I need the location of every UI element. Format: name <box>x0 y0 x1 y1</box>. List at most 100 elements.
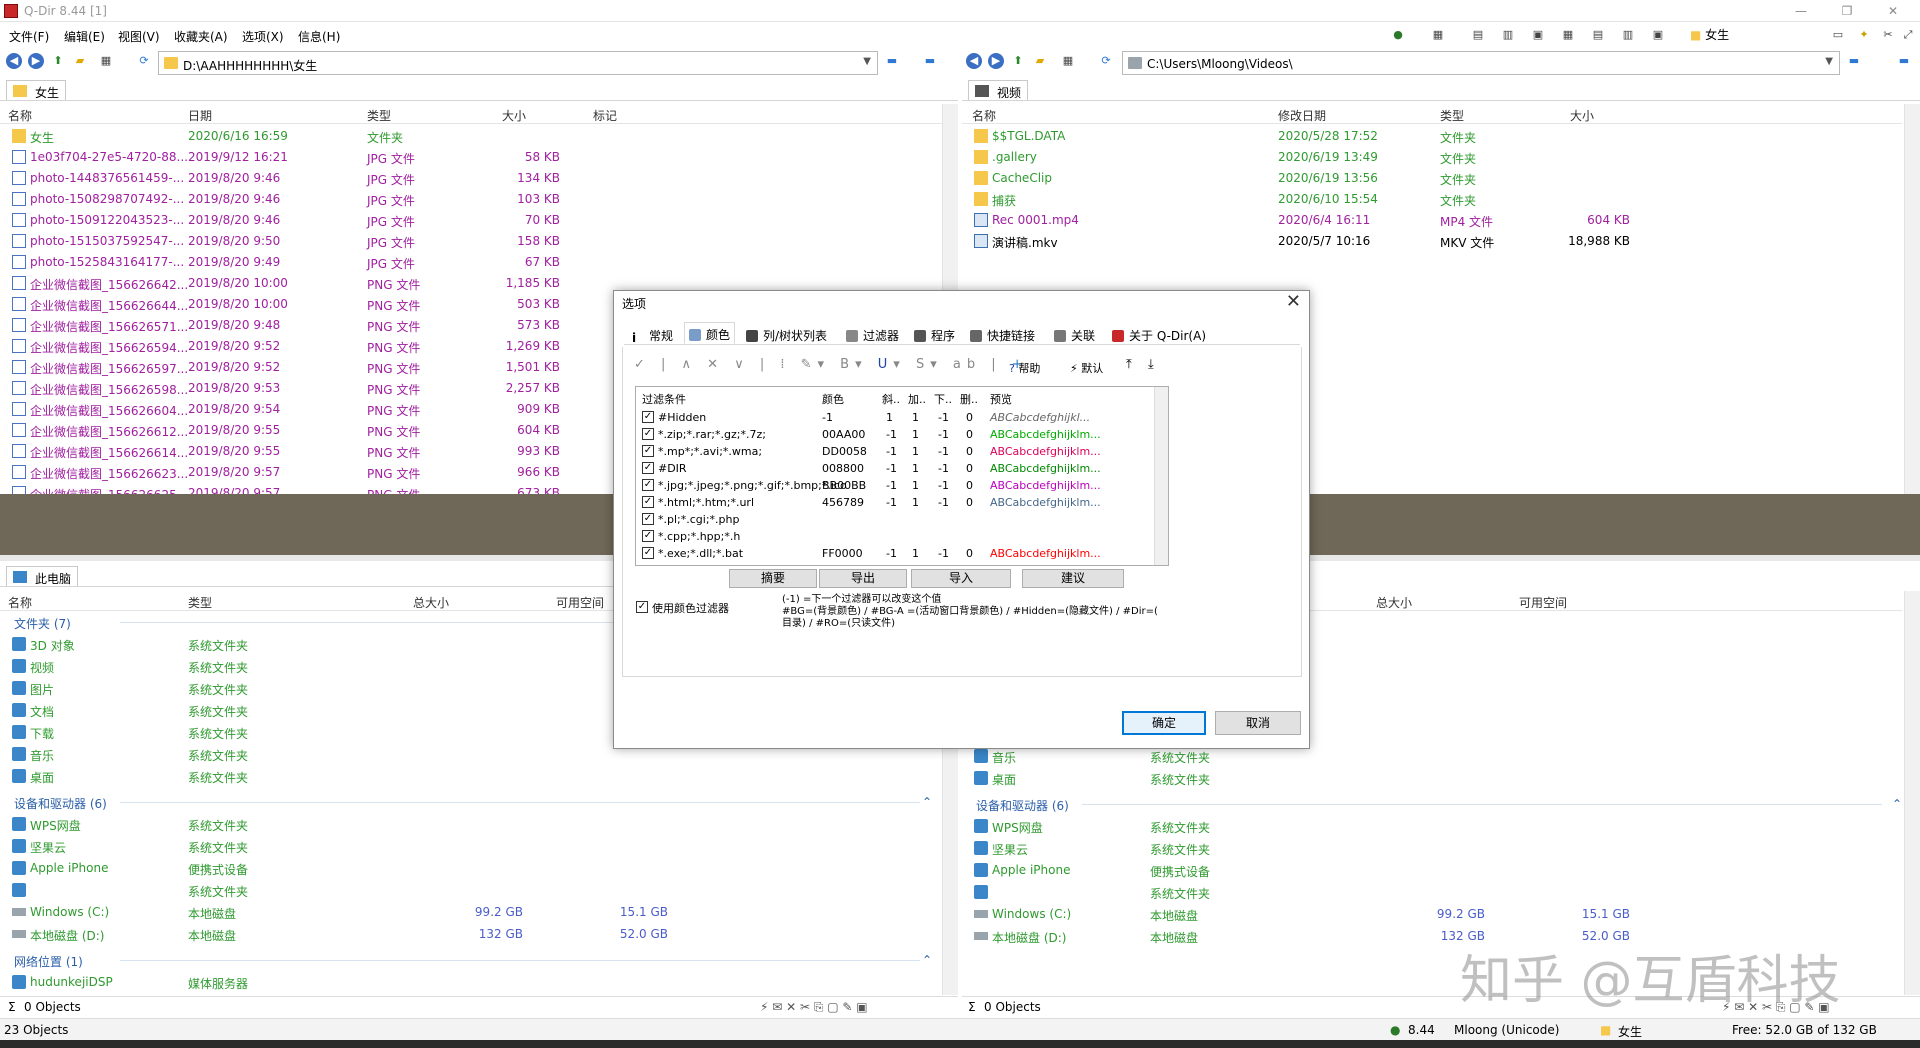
summary-button[interactable]: 摘要 <box>729 569 817 588</box>
list-item[interactable]: Apple iPhone 便携式设备 <box>0 858 920 879</box>
list-item[interactable]: Windows (C:) 本地磁盘 99.2 GB 15.1 GB <box>0 902 920 923</box>
table-row[interactable]: photo-1508298707492-... 2019/8/20 9:46 JPG… <box>0 189 920 210</box>
tab-right-top[interactable]: 视频 <box>968 80 1029 100</box>
list-item[interactable]: 坚果云 系统文件夹 <box>0 836 920 857</box>
col-size[interactable]: 大小 <box>1570 107 1594 124</box>
layout-4-icon[interactable]: ▣ <box>1530 27 1546 43</box>
folder-new-icon[interactable]: ▰ <box>72 53 88 69</box>
move-bottom-icon[interactable]: ⤓ <box>1148 357 1154 372</box>
hdr-condition[interactable]: 过滤条件 <box>642 391 686 407</box>
table-row[interactable]: $$TGL.DATA 2020/5/28 17:52 文件夹 <box>962 126 1882 147</box>
layout-7-icon[interactable]: ▥ <box>1620 27 1636 43</box>
cancel-button[interactable]: 取消 <box>1215 711 1301 735</box>
col-name[interactable]: 名称 <box>972 107 996 124</box>
tab-association[interactable]: 关联 <box>1050 324 1099 346</box>
address-bar-right[interactable]: C:\Users\Mloong\Videos\ ▼ <box>1122 51 1840 75</box>
star-icon[interactable]: ✦ <box>1856 27 1872 43</box>
filter-checkbox[interactable]: ✓ <box>642 462 654 474</box>
col-free[interactable]: 可用空间 <box>1519 594 1567 611</box>
chevron-down-icon[interactable]: ▼ <box>1825 56 1833 67</box>
group-header[interactable]: 设备和驱动器 (6) ⌃ <box>962 794 1902 815</box>
table-row[interactable]: photo-1515037592547-... 2019/8/20 9:50 JPG… <box>0 231 920 252</box>
col-date[interactable]: 日期 <box>188 107 212 124</box>
filter-checkbox[interactable]: ✓ <box>642 479 654 491</box>
filter-checkbox[interactable]: ✓ <box>642 530 654 542</box>
tab-about[interactable]: 关于 Q-Dir(A) <box>1108 324 1210 346</box>
tab-left-top[interactable]: 女生 <box>6 80 67 100</box>
list-item[interactable]: 桌面 系统文件夹 <box>0 766 920 787</box>
filter-scrollbar[interactable] <box>1154 387 1168 565</box>
folder-new-icon[interactable]: ▰ <box>1032 53 1048 69</box>
list-item[interactable]: WPS网盘 系统文件夹 <box>962 816 1882 837</box>
filter-checkbox[interactable]: ✓ <box>642 445 654 457</box>
col-type[interactable]: 类型 <box>1440 107 1464 124</box>
pane-tools-icon[interactable]: ⚡ ✉ ✕ ✂ ⎘ ▢ ✎ ▣ <box>760 1000 868 1015</box>
filter-row[interactable]: ✓ *.html;*.htm;*.url 456789 -1 1 -1 0 ABCabcdef… <box>636 494 1146 511</box>
pin-icon[interactable]: ▭ <box>1830 27 1846 43</box>
col-date[interactable]: 修改日期 <box>1278 107 1326 124</box>
table-row[interactable]: .gallery 2020/6/19 13:49 文件夹 <box>962 147 1882 168</box>
col-type[interactable]: 类型 <box>188 594 212 611</box>
chevron-up-icon[interactable]: ⌃ <box>922 795 932 809</box>
list-item[interactable]: Windows (C:) 本地磁盘 99.2 GB 15.1 GB <box>962 904 1882 925</box>
layout-3-icon[interactable]: ▥ <box>1500 27 1516 43</box>
table-row[interactable]: Rec 0001.mp4 2020/6/4 16:11 MP4 文件 604 KB <box>962 210 1882 231</box>
layout-2-icon[interactable]: ▤ <box>1470 27 1486 43</box>
filter-checkbox[interactable]: ✓ <box>642 411 654 423</box>
close-icon[interactable]: ✕ <box>1286 291 1301 312</box>
list-item[interactable]: 坚果云 系统文件夹 <box>962 838 1882 859</box>
forward-icon[interactable]: ▶ <box>988 53 1004 69</box>
globe-icon[interactable]: ● <box>1390 27 1406 43</box>
filter-row[interactable]: ✓ *.exe;*.dll;*.bat FF0000 -1 1 -1 0 ABCabcdefg… <box>636 545 1146 562</box>
group-header[interactable]: 设备和驱动器 (6) ⌃ <box>0 792 932 813</box>
table-row[interactable]: photo-1525843164177-... 2019/8/20 9:49 JPG… <box>0 252 920 273</box>
monitor-icon[interactable]: ▬ <box>1846 53 1862 69</box>
menu-view[interactable]: 视图(V) <box>118 28 160 45</box>
hdr-color[interactable]: 颜色 <box>822 391 844 407</box>
hdr-bold[interactable]: 加.. <box>908 391 926 407</box>
menu-edit[interactable]: 编辑(E) <box>64 28 105 45</box>
menu-info[interactable]: 信息(H) <box>298 28 340 45</box>
filter-row[interactable]: ✓ *.zip;*.rar;*.gz;*.7z; 00AA00 -1 1 -1 0 ABCab… <box>636 426 1146 443</box>
col-name[interactable]: 名称 <box>8 107 32 124</box>
address-bar-left[interactable]: D:\AAHHHHHHHH\女生 ▼ <box>158 51 878 75</box>
import-button[interactable]: 导入 <box>911 569 1011 588</box>
list-item[interactable]: 本地磁盘 (D:) 本地磁盘 132 GB 52.0 GB <box>0 924 920 945</box>
monitor-icon[interactable]: ▬ <box>884 53 900 69</box>
layout-8-icon[interactable]: ▣ <box>1650 27 1666 43</box>
view-mode-icon[interactable]: ▦ <box>98 53 114 69</box>
export-button[interactable]: 导出 <box>819 569 907 588</box>
tab-color[interactable]: 颜色 <box>684 322 736 344</box>
table-row[interactable]: CacheClip 2020/6/19 13:56 文件夹 <box>962 168 1882 189</box>
use-filter-checkbox[interactable]: ✓ <box>636 601 648 613</box>
filter-row[interactable]: ✓ *.cpp;*.hpp;*.h <box>636 528 1146 545</box>
forward-icon[interactable]: ▶ <box>28 53 44 69</box>
filter-checkbox[interactable]: ✓ <box>642 428 654 440</box>
scrollbar-right[interactable] <box>1904 104 1920 494</box>
table-row[interactable]: photo-1448376561459-... 2019/8/20 9:46 JPG… <box>0 168 920 189</box>
refresh-icon[interactable]: ⟳ <box>136 53 152 69</box>
monitor-2-icon[interactable]: ▬ <box>1896 53 1912 69</box>
hdr-italic[interactable]: 斜.. <box>882 391 900 407</box>
hdr-strike[interactable]: 删.. <box>960 391 978 407</box>
menu-options[interactable]: 选项(X) <box>242 28 284 45</box>
tab-programs[interactable]: 程序 <box>910 324 959 346</box>
table-row[interactable]: 1e03f704-27e5-4720-88... 2019/9/12 16:21 J… <box>0 147 920 168</box>
menu-favorites[interactable]: 收藏夹(A) <box>174 28 228 45</box>
filter-row[interactable]: ✓ *.pl;*.cgi;*.php <box>636 511 1146 528</box>
chevron-up-icon[interactable]: ⌃ <box>922 953 932 967</box>
suggest-button[interactable]: 建议 <box>1022 569 1124 588</box>
layout-5-icon[interactable]: ▦ <box>1560 27 1576 43</box>
filter-checkbox[interactable]: ✓ <box>642 547 654 559</box>
filter-row[interactable]: ✓ #DIR 008800 -1 1 -1 0 ABCabcdefghijklm... <box>636 460 1146 477</box>
col-size[interactable]: 大小 <box>502 107 526 124</box>
list-item[interactable]: WPS网盘 系统文件夹 <box>0 814 920 835</box>
col-free[interactable]: 可用空间 <box>556 594 604 611</box>
list-item[interactable]: Apple iPhone 便携式设备 <box>962 860 1882 881</box>
col-tag[interactable]: 标记 <box>593 107 617 124</box>
list-item[interactable]: 音乐 系统文件夹 <box>962 746 1882 767</box>
view-mode-icon[interactable]: ▦ <box>1060 53 1076 69</box>
table-row[interactable]: 女生 2020/6/16 16:59 文件夹 <box>0 126 920 147</box>
folder-selector[interactable]: ■ 女生 <box>1690 27 1770 43</box>
filter-row[interactable]: ✓ *.mp*;*.avi;*.wma; DD0058 -1 1 -1 0 ABCabcdef… <box>636 443 1146 460</box>
